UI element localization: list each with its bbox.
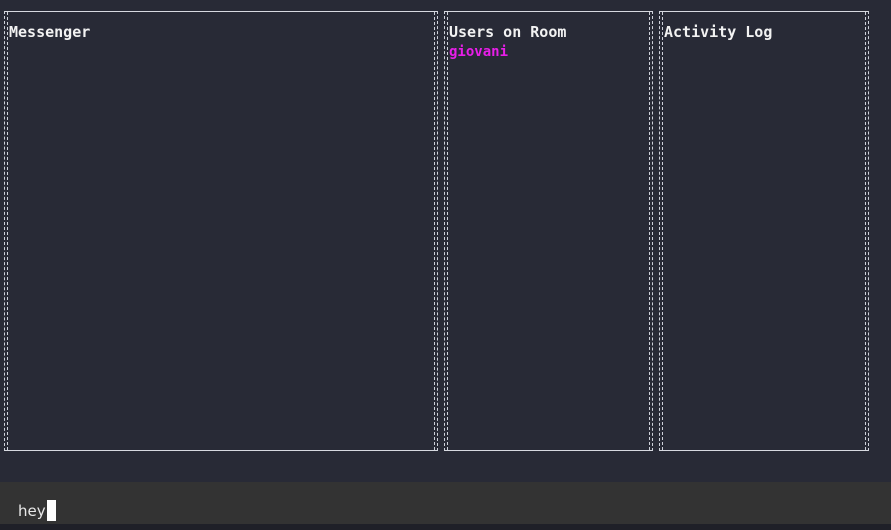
messenger-title: Messenger bbox=[9, 23, 91, 41]
message-input-bar[interactable]: hey bbox=[0, 482, 891, 524]
text-cursor bbox=[47, 500, 56, 521]
user-list: giovani bbox=[449, 44, 508, 60]
activity-log-title: Activity Log bbox=[664, 23, 773, 41]
user-item[interactable]: giovani bbox=[449, 44, 508, 60]
activity-log-pane: Activity Log bbox=[659, 11, 869, 451]
message-input[interactable]: hey bbox=[18, 501, 46, 521]
bottom-strip bbox=[0, 524, 891, 530]
users-pane: Users on Room giovani bbox=[444, 11, 653, 451]
messenger-pane: Messenger bbox=[4, 11, 438, 451]
users-title: Users on Room bbox=[449, 23, 567, 41]
